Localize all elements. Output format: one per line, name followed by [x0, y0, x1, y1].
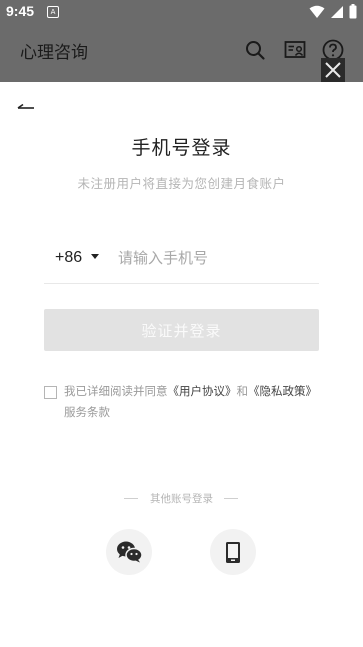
login-title: 手机号登录 [131, 137, 232, 159]
caret-down-icon[interactable] [91, 254, 99, 259]
wifi-icon [309, 5, 325, 18]
close-icon[interactable] [321, 58, 345, 82]
login-subtitle: 未注册用户将直接为您创建月食账户 [77, 176, 286, 191]
system-icons [309, 4, 357, 19]
user-agreement-link[interactable]: 《用户协议》 [168, 384, 237, 398]
agreement-suffix: 服务条款 [64, 405, 110, 419]
phone-device-icon [226, 542, 240, 563]
agreement-prefix: 我已详细阅读并同意 [64, 384, 168, 398]
app-title: 心理咨询 [20, 43, 88, 63]
country-code-selector[interactable]: +86 [55, 249, 82, 267]
other-accounts-label: 其他账号登录 [150, 493, 213, 505]
profile-card-icon[interactable] [283, 38, 307, 62]
divider-right [224, 498, 238, 499]
phone-login-button[interactable] [210, 529, 256, 575]
status-bar: 9:45 A [0, 0, 363, 24]
app-bar: 心理咨询 [0, 24, 363, 82]
agreement-checkbox[interactable] [44, 386, 57, 399]
phone-input-underline [44, 283, 319, 284]
back-arrow-icon[interactable] [16, 96, 36, 112]
wechat-icon [117, 541, 143, 563]
status-time: 9:45 [6, 3, 35, 19]
notification-icon: A [47, 6, 59, 18]
signal-icon [331, 5, 343, 18]
agreement-text: 我已详细阅读并同意《用户协议》和《隐私政策》服务条款 [64, 381, 324, 423]
agreement-and: 和 [236, 384, 249, 398]
privacy-policy-link[interactable]: 《隐私政策》 [248, 384, 317, 398]
search-icon[interactable] [243, 38, 267, 62]
verify-login-button[interactable]: 验证并登录 [44, 309, 319, 351]
phone-input[interactable] [118, 244, 318, 272]
battery-icon [349, 4, 357, 19]
wechat-login-button[interactable] [106, 529, 152, 575]
login-sheet [0, 82, 363, 647]
